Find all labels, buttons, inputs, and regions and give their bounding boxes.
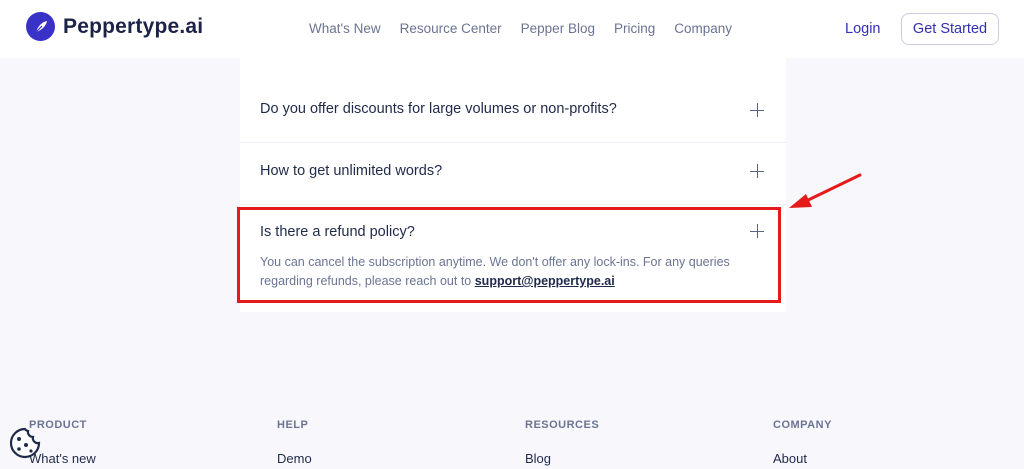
main-nav: What's New Resource Center Pepper Blog P…	[309, 21, 732, 36]
footer-column-resources: RESOURCES Blog	[525, 419, 599, 466]
feather-logo-icon	[26, 12, 55, 41]
faq-question: Do you offer discounts for large volumes…	[260, 101, 617, 117]
highlight-box	[237, 207, 781, 303]
footer-column-company: COMPANY About	[773, 419, 832, 466]
footer-column-help: HELP Demo	[277, 419, 312, 466]
nav-pepper-blog[interactable]: Pepper Blog	[521, 21, 595, 36]
nav-resource-center[interactable]: Resource Center	[400, 21, 502, 36]
nav-company[interactable]: Company	[674, 21, 732, 36]
footer-heading: COMPANY	[773, 419, 832, 431]
footer-heading: RESOURCES	[525, 419, 600, 431]
plus-icon[interactable]	[750, 164, 764, 178]
logo[interactable]: Peppertype.ai	[26, 12, 203, 41]
nav-pricing[interactable]: Pricing	[614, 21, 655, 36]
footer-link-demo[interactable]: Demo	[277, 451, 312, 466]
faq-question: How to get unlimited words?	[260, 163, 443, 179]
get-started-button[interactable]: Get Started	[901, 13, 999, 45]
nav-whats-new[interactable]: What's New	[309, 21, 381, 36]
footer-link-about[interactable]: About	[773, 451, 832, 466]
logo-text: Peppertype.ai	[63, 14, 204, 38]
cookie-icon[interactable]	[8, 426, 42, 460]
login-link[interactable]: Login	[845, 21, 880, 37]
footer-heading: HELP	[277, 419, 309, 431]
faq-item-discounts[interactable]: Do you offer discounts for large volumes…	[240, 80, 786, 142]
plus-icon[interactable]	[750, 103, 764, 117]
footer-link-blog[interactable]: Blog	[525, 451, 599, 466]
site-header: Peppertype.ai What's New Resource Center…	[0, 0, 1024, 58]
annotation-arrow	[789, 173, 862, 208]
faq-item-unlimited-words[interactable]: How to get unlimited words?	[240, 142, 786, 204]
